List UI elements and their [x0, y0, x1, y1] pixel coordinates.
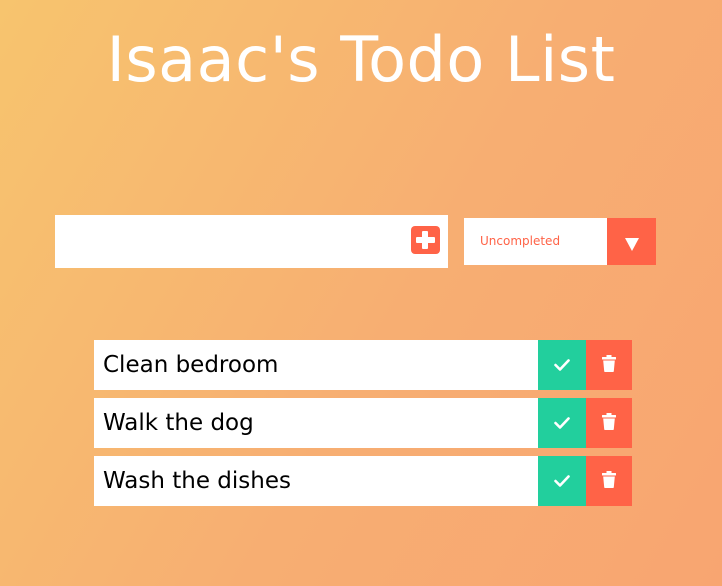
todo-item: Clean bedroom: [94, 340, 632, 390]
new-todo-input[interactable]: [55, 215, 405, 268]
todo-item: Wash the dishes: [94, 456, 632, 506]
trash-icon: [602, 355, 616, 372]
complete-button[interactable]: [538, 456, 586, 506]
trash-icon: [602, 471, 616, 488]
todo-text: Walk the dog: [103, 410, 254, 436]
filter-select[interactable]: Uncompleted: [464, 218, 656, 265]
delete-button[interactable]: [586, 456, 632, 506]
filter-selected-value: Uncompleted: [480, 234, 561, 248]
todo-item: Walk the dog: [94, 398, 632, 448]
page-title: Isaac's Todo List: [106, 23, 616, 96]
new-todo-form: [55, 215, 448, 268]
delete-button[interactable]: [586, 340, 632, 390]
todo-text: Clean bedroom: [103, 352, 279, 378]
check-icon: [554, 475, 570, 487]
delete-button[interactable]: [586, 398, 632, 448]
filter-dropdown-button[interactable]: [607, 218, 656, 265]
add-todo-button[interactable]: [411, 226, 440, 254]
complete-button[interactable]: [538, 340, 586, 390]
check-icon: [554, 359, 570, 371]
complete-button[interactable]: [538, 398, 586, 448]
todo-text: Wash the dishes: [103, 468, 291, 494]
trash-icon: [602, 413, 616, 430]
check-icon: [554, 417, 570, 429]
triangle-down-icon: [625, 238, 639, 251]
